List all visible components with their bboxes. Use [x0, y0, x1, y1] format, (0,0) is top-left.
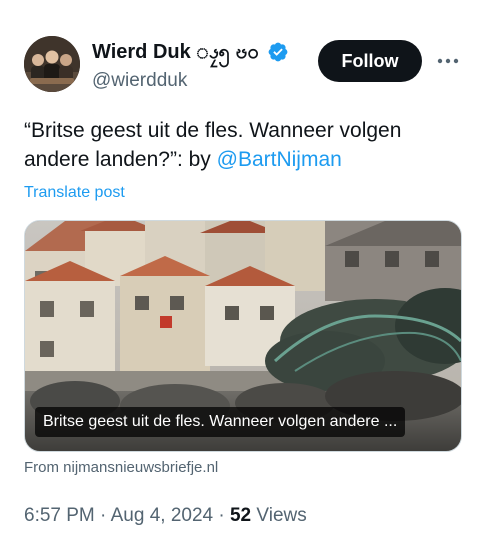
post-meta: 6:57 PM · Aug 4, 2024 · 52 Views	[24, 504, 307, 528]
author-name-row: Wierd Duk ၖၠ၅ ၓ၀	[92, 40, 289, 64]
post-time[interactable]: 6:57 PM	[24, 505, 95, 526]
post-text: “Britse geest uit de fles. Wanneer volge…	[24, 116, 464, 174]
avatar-photo	[24, 36, 80, 92]
avatar[interactable]	[24, 36, 80, 92]
meta-separator: ·	[218, 505, 225, 526]
author-handle[interactable]: @wierdduk	[92, 70, 289, 92]
verified-badge-icon	[268, 42, 288, 62]
post-text-body: “Britse geest uit de fles. Wanneer volge…	[24, 119, 402, 171]
card-source[interactable]: From nijmansnieuwsbriefje.nl	[24, 458, 218, 478]
post-card: Wierd Duk ၖၠ၅ ၓ၀ @wierdduk Follow “Brits…	[0, 0, 485, 541]
follow-button[interactable]: Follow	[318, 40, 422, 82]
more-options-button[interactable]	[434, 48, 462, 74]
link-card[interactable]: Britse geest uit de fles. Wanneer volgen…	[24, 220, 462, 452]
more-horizontal-icon	[437, 58, 459, 64]
display-name[interactable]: Wierd Duk ၖၠ၅ ၓ၀	[92, 40, 259, 64]
meta-separator: ·	[100, 505, 107, 526]
card-title: Britse geest uit de fles. Wanneer volgen…	[35, 407, 406, 437]
translate-post-link[interactable]: Translate post	[24, 183, 125, 203]
mention-link[interactable]: @BartNijman	[217, 148, 342, 171]
author-block: Wierd Duk ၖၠ၅ ၓ၀ @wierdduk	[92, 40, 289, 92]
views-count: 52	[229, 505, 252, 526]
post-date[interactable]: Aug 4, 2024	[111, 505, 213, 526]
views-label: Views	[256, 505, 307, 526]
